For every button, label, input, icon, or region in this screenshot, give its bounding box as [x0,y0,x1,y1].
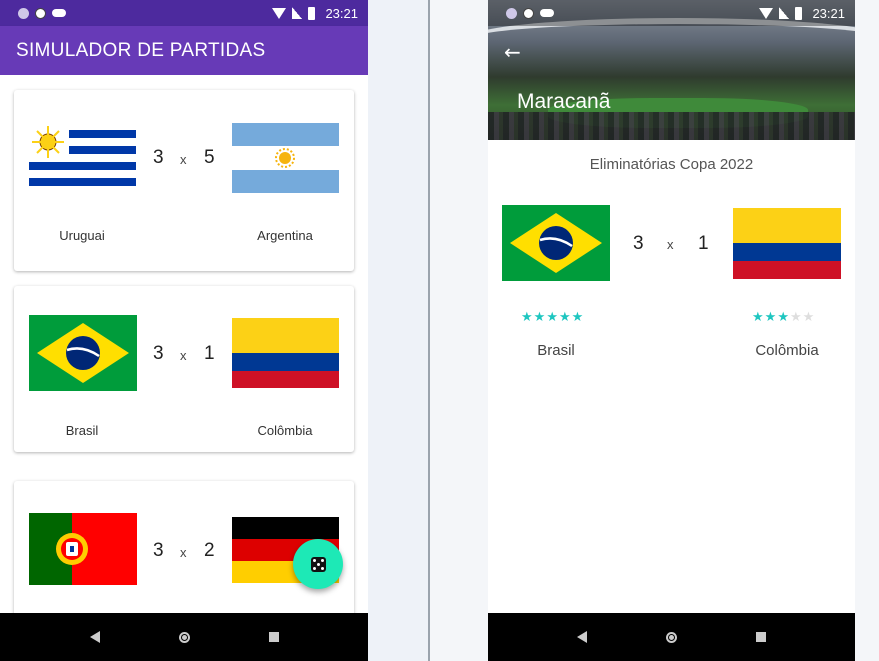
star-filled-icon: ★ [777,310,790,325]
wifi-icon [759,7,774,19]
away-team-name: Colômbia [755,342,819,359]
away-team-name: Colômbia [257,423,313,438]
status-bar: 23:21 [488,0,855,26]
stadium-title: Maracanã [517,90,611,113]
battery-icon [308,6,316,20]
portugal-flag-icon [29,513,137,585]
away-score: 1 [698,233,709,254]
away-score: 1 [204,343,215,364]
colombia-flag-icon [733,208,841,279]
brazil-flag-icon [29,315,137,391]
argentina-flag-icon [232,123,339,193]
nav-back-icon[interactable] [577,631,588,643]
star-filled-icon: ★ [521,310,534,325]
star-empty-icon: ★ [789,310,803,325]
simulate-button[interactable] [293,539,343,589]
soccer-ball-icon [523,7,534,19]
star-empty-icon: ★ [802,310,816,325]
star-filled-icon: ★ [571,310,585,325]
cloud-icon [52,9,66,17]
stadium-crowd [488,112,855,140]
away-team-name: Argentina [257,228,313,243]
home-score: 3 [153,343,164,364]
notification-dot-icon [506,7,517,19]
home-rating-stars: ★★★★★ [521,310,584,325]
away-score: 5 [204,147,215,168]
competition-name: Eliminatórias Copa 2022 [589,156,754,173]
star-filled-icon: ★ [533,310,547,325]
nav-recents-icon[interactable] [755,632,766,642]
home-score: 3 [153,147,164,168]
home-team-name: Brasil [537,342,575,359]
nav-home-icon[interactable] [178,631,190,643]
navigation-bar [488,613,855,661]
app-bar-title: SIMULADOR DE PARTIDAS [16,39,266,61]
uruguay-flag-icon [29,123,136,193]
home-team-name: Uruguai [59,228,105,243]
cloud-icon [540,9,554,17]
phone-list-screen: 23:21 SIMULADOR DE PARTIDAS 3 x 5 Urugua… [0,0,368,661]
soccer-ball-icon [35,7,46,19]
away-score: 2 [204,540,215,561]
phone-detail-screen: 23:21 ← Maracanã Eliminatórias Copa 2022… [488,0,855,661]
away-rating-stars: ★★★★★ [752,310,815,325]
battery-icon [795,6,803,20]
status-bar: 23:21 [0,0,368,26]
score-separator: x [180,348,187,363]
star-filled-icon: ★ [752,310,765,325]
home-team-name: Brasil [65,423,99,438]
star-filled-icon: ★ [764,310,778,325]
score-separator: x [180,545,187,560]
home-score: 3 [153,540,164,561]
brazil-flag-icon [502,205,610,281]
window-divider [428,0,430,661]
app-bar: SIMULADOR DE PARTIDAS [0,26,368,75]
home-score: 3 [633,233,644,254]
navigation-bar [0,613,368,661]
nav-home-icon[interactable] [665,631,677,643]
colombia-flag-icon [232,318,339,388]
match-list[interactable]: 3 x 5 Uruguai Argentina 3 x 1 Brasil Col… [0,75,368,613]
clock: 23:21 [812,5,845,21]
star-filled-icon: ★ [546,310,559,325]
back-arrow-icon[interactable]: ← [504,42,521,62]
signal-icon [292,7,303,19]
score-separator: x [667,237,674,252]
star-filled-icon: ★ [558,310,572,325]
signal-icon [779,7,790,19]
dice-icon [310,556,326,572]
match-card[interactable]: 3 x 1 Brasil Colômbia [14,286,354,452]
score-separator: x [180,152,187,167]
clock: 23:21 [325,5,358,21]
notification-dot-icon [18,7,29,19]
nav-recents-icon[interactable] [268,632,279,642]
wifi-icon [272,7,287,19]
match-card[interactable]: 3 x 5 Uruguai Argentina [14,90,354,271]
nav-back-icon[interactable] [89,631,100,643]
